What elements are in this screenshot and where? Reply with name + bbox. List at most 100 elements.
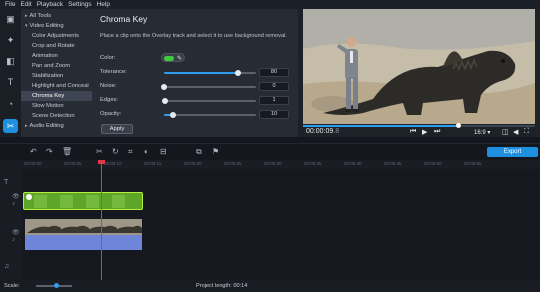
menu-edit[interactable]: Edit — [20, 1, 31, 8]
clip-thumbnail — [34, 195, 47, 208]
sidebar-item-slow-motion[interactable]: Slow Motion — [21, 101, 92, 111]
marker-icon[interactable]: ⚑ — [212, 147, 219, 156]
slider-knob[interactable] — [161, 97, 168, 104]
overlay-clip-green-screen[interactable] — [23, 192, 143, 210]
panel-description: Place a clip onto the Overlay track and … — [100, 33, 287, 39]
sidebar-item-highlight-conceal[interactable]: Highlight and Conceal — [21, 81, 92, 91]
rotate-icon[interactable]: ↻ — [112, 147, 119, 156]
play-icon[interactable]: ▶ — [422, 128, 427, 136]
sidebar-item-chroma-key[interactable]: Chroma Key — [21, 91, 92, 101]
delete-icon[interactable]: 🗑 — [62, 147, 72, 156]
ruler-tick: 00:00:50 — [424, 161, 442, 166]
menu-bar: File Edit Playback Settings Help — [0, 0, 540, 9]
panel-title: Chroma Key — [100, 14, 148, 24]
snapshot-icon[interactable]: ◫ — [502, 128, 509, 136]
scale-label: Scale: — [4, 283, 20, 289]
sidebar-item-scene-detection[interactable]: Scene Detection — [21, 111, 92, 121]
menu-playback[interactable]: Playback — [37, 1, 63, 8]
ruler-tick: 00:00:35 — [304, 161, 322, 166]
edges-slider[interactable] — [161, 97, 256, 104]
preview-frame-image — [303, 9, 535, 124]
ruler-tick: 00:00:00 — [24, 161, 42, 166]
music-track-icon: ♫ — [4, 263, 10, 270]
noise-field[interactable]: 0 — [259, 82, 289, 91]
ruler-tick: 00:00:05 — [64, 161, 82, 166]
audio-waveform-clip[interactable] — [25, 235, 142, 250]
crop-icon[interactable]: ⌗ — [128, 147, 133, 157]
clip-thumbnail — [86, 195, 99, 208]
noise-slider[interactable] — [161, 83, 256, 90]
clip-thumbnail — [112, 195, 125, 208]
sidebar-item-all-tools[interactable]: ▸ All Tools — [21, 11, 92, 21]
aspect-ratio-select[interactable]: 16:9 ▾ — [474, 129, 490, 136]
menu-help[interactable]: Help — [97, 1, 110, 8]
slider-knob[interactable] — [170, 111, 177, 118]
status-bar: Scale: Project length: 00:14 — [0, 280, 540, 292]
redo-icon[interactable]: ↷ — [46, 147, 53, 156]
sidebar-item-pan-zoom[interactable]: Pan and Zoom — [21, 61, 92, 71]
ruler-tick: 00:00:45 — [384, 161, 402, 166]
tool-strip: ▣ ✦ ◧ T ◔ ✂ — [0, 9, 21, 137]
timeline-toolbar: ↶ ↷ 🗑 ✂ ↻ ⌗ ◐ ⊟ ⧉ ⚑ Export — [0, 143, 540, 160]
overlay-mute-icon[interactable]: ♪ — [12, 201, 15, 207]
video-mute-icon[interactable]: ♪ — [12, 237, 15, 243]
seek-knob[interactable] — [456, 123, 462, 128]
menu-settings[interactable]: Settings — [68, 1, 92, 8]
split-icon[interactable]: ✂ — [96, 147, 103, 156]
ruler-tick: 00:00:15 — [144, 161, 162, 166]
transitions-icon[interactable]: ◧ — [3, 54, 18, 68]
seek-bar[interactable] — [303, 123, 535, 128]
volume-icon[interactable]: ◀ — [513, 128, 518, 136]
ruler-tick: 00:00:10 — [104, 161, 122, 166]
ruler-tick: 00:00:20 — [184, 161, 202, 166]
opacity-field[interactable]: 10 — [259, 110, 289, 119]
sidebar-item-animation[interactable]: Animation — [21, 51, 92, 61]
ruler-tick: 00:00:25 — [224, 161, 242, 166]
opacity-label: Opacity: — [100, 111, 122, 117]
fullscreen-icon[interactable]: ⛶ — [524, 128, 529, 136]
overlay-visibility-icon[interactable]: 👁 — [12, 193, 20, 200]
sidebar-item-crop-rotate[interactable]: Crop and Rotate — [21, 41, 92, 51]
sidebar-item-audio-editing[interactable]: ▸ Audio Editing — [21, 121, 92, 131]
export-button[interactable]: Export — [487, 147, 538, 157]
sidebar-item-stabilization[interactable]: Stabilization — [21, 71, 92, 81]
slider-knob[interactable] — [161, 83, 167, 90]
scale-slider[interactable] — [36, 283, 72, 288]
next-frame-icon[interactable]: ⏭ — [434, 128, 440, 136]
clip-properties-icon[interactable]: ⊟ — [160, 147, 167, 156]
stickers-icon[interactable]: ◔ — [3, 97, 18, 111]
timeline-ruler[interactable]: 00:00:00 00:00:05 00:00:10 00:00:15 00:0… — [0, 160, 540, 169]
clip-settings-icon[interactable] — [26, 194, 32, 200]
edges-label: Edges: — [100, 97, 119, 103]
color-adjust-icon[interactable]: ◐ — [144, 147, 149, 156]
more-tools-icon[interactable]: ✂ — [3, 119, 18, 133]
transport-bar: 00:00:09.8 ⏮ ▶ ⏭ 16:9 ▾ ◫ ◀ ⛶ — [298, 123, 540, 137]
color-picker[interactable]: ✎ — [161, 53, 185, 62]
scale-knob[interactable] — [54, 283, 59, 288]
chroma-key-panel: Chroma Key Place a clip onto the Overlay… — [92, 9, 298, 137]
opacity-slider[interactable] — [164, 111, 256, 118]
playhead-line — [101, 160, 102, 280]
tolerance-slider[interactable] — [164, 69, 256, 76]
text-track-icon: T — [4, 179, 9, 186]
edges-field[interactable]: 1 — [259, 96, 289, 105]
main-video-clip[interactable] — [25, 219, 142, 235]
color-label: Color: — [100, 55, 116, 61]
menu-file[interactable]: File — [5, 1, 15, 8]
import-icon[interactable]: ▣ — [3, 12, 18, 26]
slider-knob[interactable] — [234, 69, 241, 76]
timecode: 00:00:09.8 — [306, 128, 340, 135]
titles-icon[interactable]: T — [3, 75, 18, 89]
eyedropper-icon[interactable]: ✎ — [177, 55, 182, 62]
video-visibility-icon[interactable]: 👁 — [12, 229, 20, 236]
sidebar-item-video-editing[interactable]: ▾ Video Editing — [21, 21, 92, 31]
insert-icon[interactable]: ⧉ — [196, 147, 202, 157]
undo-icon[interactable]: ↶ — [30, 147, 37, 156]
apply-button[interactable]: Apply — [101, 124, 133, 134]
filters-icon[interactable]: ✦ — [3, 33, 18, 47]
tolerance-field[interactable]: 80 — [259, 68, 289, 77]
prev-frame-icon[interactable]: ⏮ — [410, 128, 416, 136]
video-preview — [303, 9, 535, 124]
sidebar-item-color-adjustments[interactable]: Color Adjustments — [21, 31, 92, 41]
ruler-tick: 00:00:55 — [464, 161, 482, 166]
